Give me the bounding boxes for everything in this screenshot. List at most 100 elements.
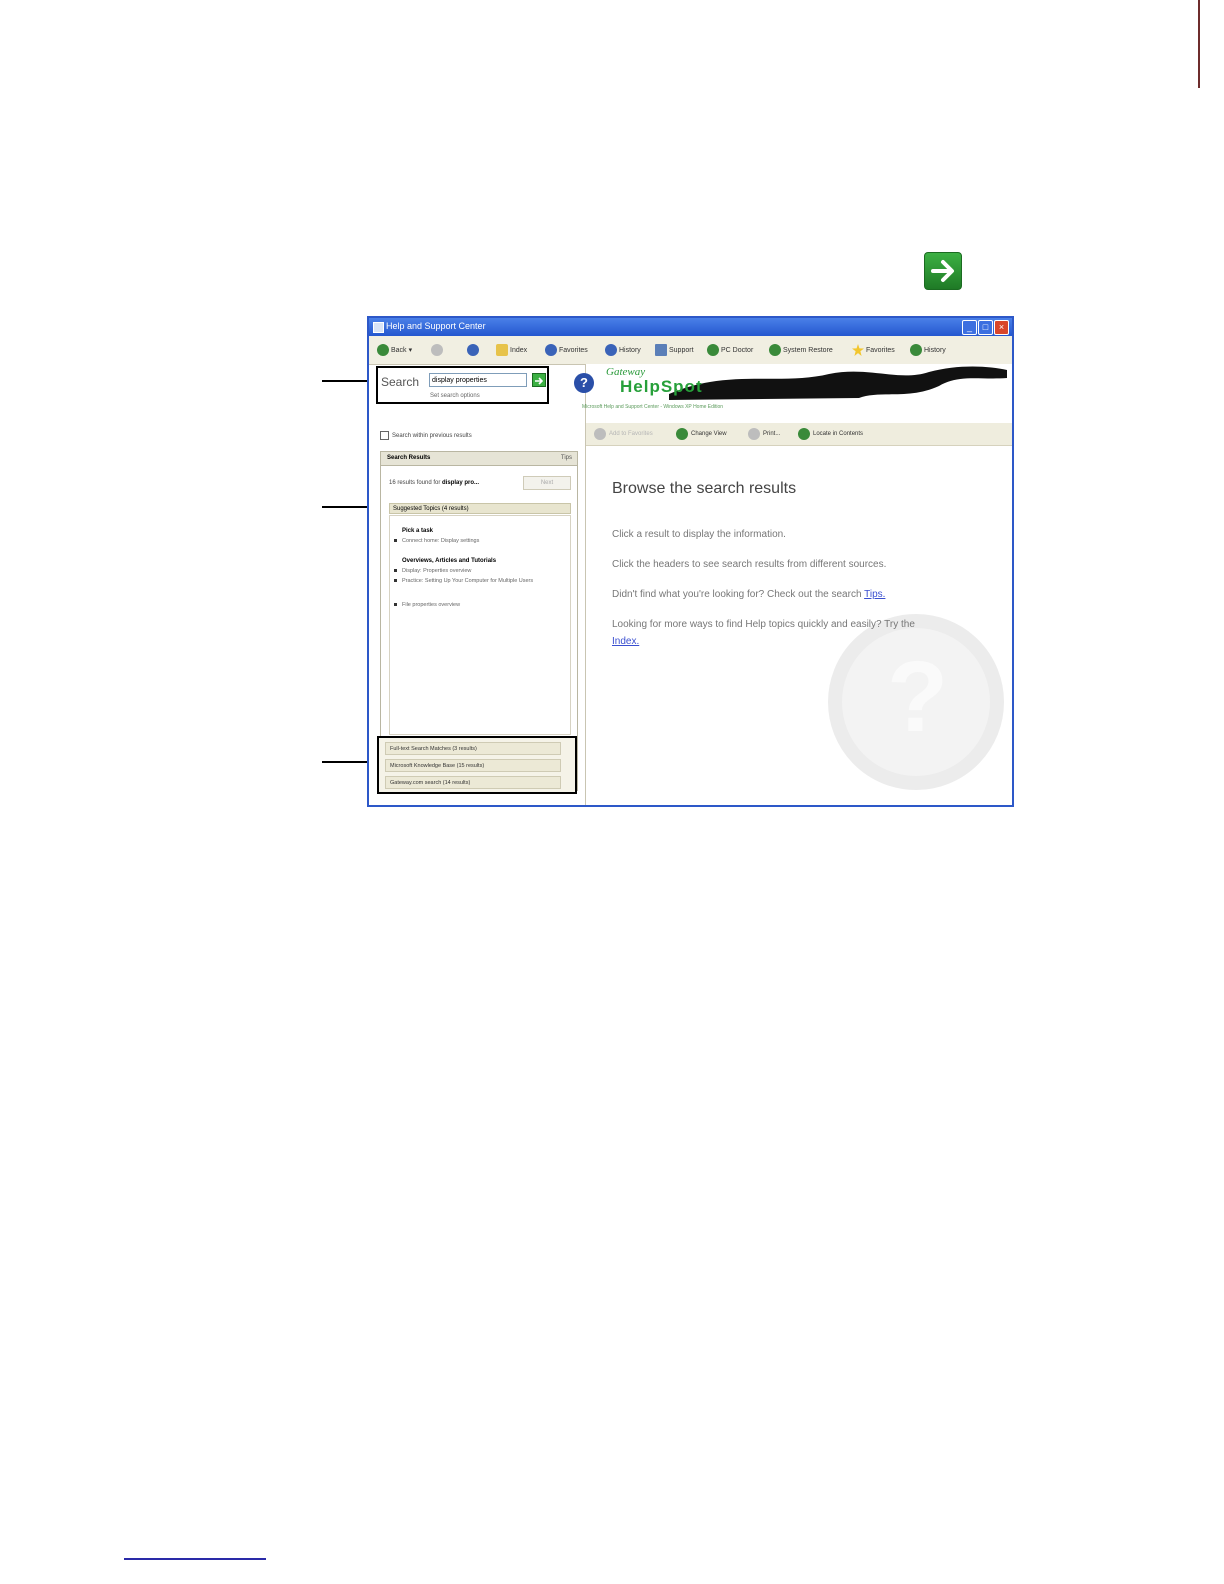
results-header-title: Search Results bbox=[387, 455, 431, 461]
favorites-label: Favorites bbox=[866, 346, 895, 354]
tips-link[interactable]: Tips. bbox=[864, 589, 885, 600]
ie-favorites-button[interactable]: Favorites bbox=[545, 343, 588, 357]
forward-button[interactable] bbox=[431, 343, 443, 357]
bullet-icon bbox=[394, 603, 397, 607]
locate-contents-label: Locate in Contents bbox=[813, 431, 864, 437]
search-previous-label: Search within previous results bbox=[392, 432, 472, 439]
globe-icon bbox=[545, 344, 557, 356]
content-toolbar: Add to Favorites Change View Print... Lo… bbox=[586, 423, 1012, 446]
results-count: 16 results found for display pro... bbox=[389, 480, 479, 486]
bullet-icon bbox=[394, 579, 397, 583]
add-favorites-button[interactable]: Add to Favorites bbox=[594, 428, 653, 440]
topic-item-label: Practice: Setting Up Your Computer for M… bbox=[402, 578, 534, 584]
search-input[interactable]: display properties bbox=[429, 373, 527, 387]
history-button[interactable]: History bbox=[910, 343, 946, 357]
search-box: Search display properties Set search opt… bbox=[376, 366, 549, 404]
index-link[interactable]: Index. bbox=[612, 636, 639, 647]
locate-contents-button[interactable]: Locate in Contents bbox=[798, 428, 863, 440]
app-icon bbox=[373, 322, 384, 333]
history-label: History bbox=[924, 346, 946, 354]
window-title: Help and Support Center bbox=[386, 321, 486, 331]
source-knowledge-base[interactable]: Microsoft Knowledge Base (15 results) bbox=[385, 759, 561, 772]
printer-icon bbox=[748, 428, 760, 440]
support-icon bbox=[655, 344, 667, 356]
change-view-icon bbox=[676, 428, 688, 440]
system-restore-button[interactable]: System Restore bbox=[769, 343, 833, 357]
search-previous-checkbox[interactable]: Search within previous results bbox=[380, 431, 472, 440]
system-restore-icon bbox=[769, 344, 781, 356]
search-go-button[interactable] bbox=[532, 373, 546, 387]
ie-favorites-label: Favorites bbox=[559, 346, 588, 354]
maximize-button[interactable]: □ bbox=[978, 320, 993, 335]
results-header: Search Results Tips bbox=[381, 452, 577, 466]
topic-item-label: File properties overview bbox=[402, 602, 461, 608]
index-label: Index bbox=[510, 346, 528, 354]
topic-item-label: Display: Properties overview bbox=[402, 568, 472, 574]
helpspot-swoosh-graphic bbox=[669, 366, 1007, 400]
main-toolbar: Back ▾ Index Favorites History Support P… bbox=[369, 336, 1012, 365]
content-paragraph-3: Didn't find what you're looking for? Che… bbox=[612, 589, 885, 600]
ie-history-button[interactable]: History bbox=[605, 343, 641, 357]
helpspot-logo-text: HelpSpot bbox=[620, 377, 703, 396]
search-label: Search bbox=[381, 375, 420, 389]
question-mark-glyph: ? bbox=[887, 641, 949, 753]
ie-history-label: History bbox=[619, 346, 641, 354]
back-button[interactable]: Back ▾ bbox=[377, 343, 412, 357]
suggested-topics-list: Pick a task Connect home: Display settin… bbox=[389, 515, 571, 735]
search-options-link[interactable]: Set search options bbox=[430, 393, 480, 399]
support-label: Support bbox=[669, 346, 694, 354]
index-icon bbox=[496, 344, 508, 356]
next-button[interactable]: Next bbox=[523, 476, 571, 490]
bullet-icon bbox=[394, 539, 397, 543]
footer-rule bbox=[124, 1558, 266, 1560]
page-edge-line bbox=[1198, 0, 1200, 88]
bullet-icon bbox=[394, 569, 397, 573]
back-arrow-icon bbox=[377, 344, 389, 356]
topic-item[interactable]: Display: Properties overview bbox=[394, 568, 471, 574]
support-button[interactable]: Support bbox=[655, 343, 694, 357]
add-favorites-icon bbox=[594, 428, 606, 440]
history-icon bbox=[910, 344, 922, 356]
print-button[interactable]: Print... bbox=[748, 428, 780, 440]
source-gateway-search[interactable]: Gateway.com search (14 results) bbox=[385, 776, 561, 789]
favorites-button[interactable]: Favorites bbox=[852, 343, 895, 357]
checkbox-icon[interactable] bbox=[380, 431, 389, 440]
results-tips-link[interactable]: Tips bbox=[561, 455, 572, 461]
index-button[interactable]: Index bbox=[496, 343, 527, 357]
forward-arrow-icon bbox=[431, 344, 443, 356]
suggested-topics-header[interactable]: Suggested Topics (4 results) bbox=[389, 503, 571, 514]
pc-doctor-button[interactable]: PC Doctor bbox=[707, 343, 753, 357]
minimize-button[interactable]: _ bbox=[962, 320, 977, 335]
title-bar: Help and Support Center _ □ × bbox=[369, 318, 1012, 336]
result-sources-box: Full-text Search Matches (3 results) Mic… bbox=[377, 736, 577, 794]
source-full-text[interactable]: Full-text Search Matches (3 results) bbox=[385, 742, 561, 755]
topic-item[interactable]: Connect home: Display settings bbox=[394, 538, 479, 544]
add-favorites-label: Add to Favorites bbox=[609, 431, 653, 437]
topic-item-label: Connect home: Display settings bbox=[402, 538, 480, 544]
star-icon bbox=[852, 344, 864, 356]
topic-item[interactable]: Practice: Setting Up Your Computer for M… bbox=[394, 578, 564, 584]
content-paragraph-2: Click the headers to see search results … bbox=[612, 559, 887, 570]
home-icon bbox=[467, 344, 479, 356]
topic-group-heading: Overviews, Articles and Tutorials bbox=[402, 558, 497, 564]
content-title: Browse the search results bbox=[612, 480, 797, 497]
go-arrow-icon bbox=[535, 377, 544, 385]
results-count-term: display pro... bbox=[442, 480, 480, 486]
help-icon: ? bbox=[574, 373, 594, 393]
pc-doctor-icon bbox=[707, 344, 719, 356]
results-count-prefix: 16 results found for bbox=[389, 480, 441, 486]
print-label: Print... bbox=[763, 431, 781, 437]
content-paragraph-4-link-line: Index. bbox=[612, 636, 639, 647]
close-button[interactable]: × bbox=[994, 320, 1009, 335]
brand-subtitle: Microsoft Help and Support Center - Wind… bbox=[582, 404, 724, 410]
right-arrow-icon bbox=[924, 252, 962, 290]
change-view-button[interactable]: Change View bbox=[676, 428, 727, 440]
topic-item[interactable]: File properties overview bbox=[394, 602, 460, 608]
locate-icon bbox=[798, 428, 810, 440]
back-label: Back bbox=[391, 346, 407, 354]
content-paragraph-1: Click a result to display the informatio… bbox=[612, 529, 786, 540]
change-view-label: Change View bbox=[691, 431, 727, 437]
pc-doctor-label: PC Doctor bbox=[721, 346, 754, 354]
home-button[interactable] bbox=[467, 343, 479, 357]
system-restore-label: System Restore bbox=[783, 346, 833, 354]
